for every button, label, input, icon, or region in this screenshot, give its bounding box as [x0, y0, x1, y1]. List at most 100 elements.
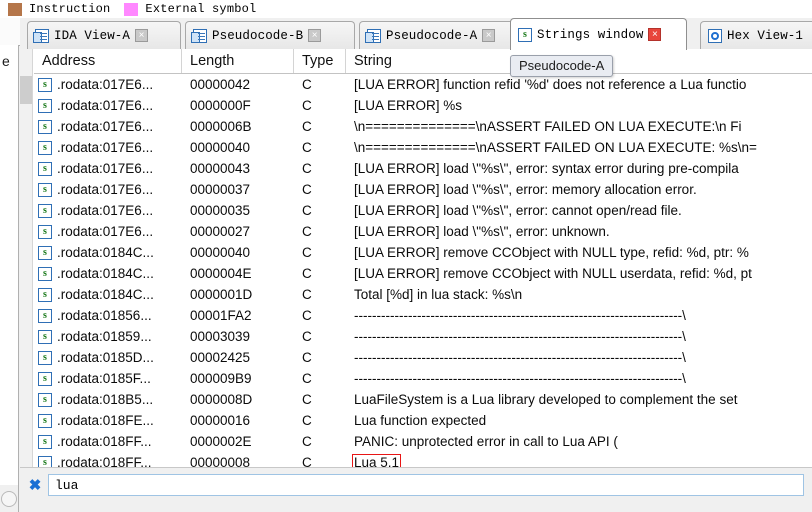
cell-length: 0000006B [190, 119, 252, 134]
cell-address: s .rodata:017E6... [34, 98, 182, 113]
cell-length: 0000000F [190, 98, 251, 113]
column-header-address[interactable]: Address [34, 49, 182, 73]
address-text: .rodata:017E6... [57, 77, 154, 92]
table-row[interactable]: s .rodata:017E6... 00000035 C [LUA ERROR] lo… [34, 200, 812, 221]
tab-pseudocode-a[interactable]: Pseudocode-A × [359, 21, 529, 49]
address-text: .rodata:017E6... [57, 224, 154, 239]
close-icon[interactable]: × [135, 29, 149, 42]
cell-address: s .rodata:0184C... [34, 287, 182, 302]
tab-tooltip: Pseudocode-A [510, 55, 614, 77]
adjacent-pane-body: e [0, 45, 19, 485]
cell-length: 00000042 [190, 77, 251, 92]
strings-icon: s [38, 455, 52, 467]
table-row[interactable]: s .rodata:0184C... 0000001D C Total [%d] in … [34, 284, 812, 305]
table-row[interactable]: s .rodata:0185F... 000009B9 C --------------… [34, 368, 812, 389]
strings-icon: s [38, 203, 52, 218]
legend-item-instruction: Instruction [8, 2, 110, 16]
cell-string: [LUA ERROR] %s [354, 98, 463, 113]
address-text: .rodata:01859... [57, 329, 152, 344]
filter-input[interactable]: lua [48, 474, 804, 496]
cell-length: 0000008D [190, 392, 253, 407]
address-text: .rodata:018FF... [57, 455, 152, 467]
highlighted-string: Lua 5.1 [352, 454, 402, 467]
filter-input-value: lua [55, 477, 79, 493]
address-text: .rodata:017E6... [57, 119, 154, 134]
table-row[interactable]: s .rodata:0184C... 0000004E C [LUA ERROR] re… [34, 263, 812, 284]
table-row[interactable]: s .rodata:017E6... 00000043 C [LUA ERROR] lo… [34, 158, 812, 179]
tab-bar: IDA View-A × Pseudocode-B × Pseudocode-A × s St… [20, 18, 812, 50]
table-row[interactable]: s .rodata:018FF... 00000008 C Lua 5.1 [34, 452, 812, 467]
cell-length: 00003039 [190, 329, 251, 344]
strings-icon: s [38, 287, 52, 302]
cell-length: 00000016 [190, 413, 251, 428]
tab-hex-view-1[interactable]: Hex View-1 [700, 21, 812, 49]
tab-strings-window[interactable]: s Strings window × [510, 18, 687, 50]
address-text: .rodata:017E6... [57, 203, 154, 218]
table-row[interactable]: s .rodata:017E6... 00000027 C [LUA ERROR] lo… [34, 221, 812, 242]
table-row[interactable]: s .rodata:018FE... 00000016 C Lua function e… [34, 410, 812, 431]
table-row[interactable]: s .rodata:017E6... 00000040 C \n============… [34, 137, 812, 158]
adjacent-pane-tab-stub[interactable] [0, 18, 21, 46]
cell-address: s .rodata:017E6... [34, 182, 182, 197]
clear-filter-icon[interactable]: ✖ [28, 478, 42, 493]
table-row[interactable]: s .rodata:017E6... 0000000F C [LUA ERROR] %s [34, 95, 812, 116]
cell-type: C [302, 119, 312, 134]
strings-icon: s [38, 308, 52, 323]
close-icon[interactable]: × [308, 29, 322, 42]
color-swatch-icon [124, 2, 139, 16]
strings-icon: s [518, 27, 532, 42]
table-row[interactable]: s .rodata:01859... 00003039 C --------------… [34, 326, 812, 347]
cell-type: C [302, 140, 312, 155]
strings-icon: s [38, 329, 52, 344]
cell-address: s .rodata:01859... [34, 329, 182, 344]
cell-type: C [302, 182, 312, 197]
tab-pseudocode-b[interactable]: Pseudocode-B × [185, 21, 355, 49]
table-row[interactable]: s .rodata:0184C... 00000040 C [LUA ERROR] re… [34, 242, 812, 263]
cell-address: s .rodata:017E6... [34, 224, 182, 239]
scrollbar-thumb[interactable] [20, 76, 32, 104]
cell-string: \n==============\nASSERT FAILED ON LUA E… [354, 140, 757, 155]
table-row[interactable]: s .rodata:018B5... 0000008D C LuaFileSystem … [34, 389, 812, 410]
strings-table-panel: Address Length Type String s .rodata:017E6..… [20, 49, 812, 467]
tab-label: Pseudocode-B [212, 28, 304, 43]
table-row[interactable]: s .rodata:017E6... 0000006B C \n============… [34, 116, 812, 137]
strings-grid: Address Length Type String s .rodata:017E6..… [34, 49, 812, 467]
cell-length: 00000027 [190, 224, 251, 239]
ida-strings-window: Instruction External symbol e IDA View-A… [0, 0, 812, 512]
strings-icon: s [38, 140, 52, 155]
table-body: s .rodata:017E6... 00000042 C [LUA ERROR] fu… [34, 74, 812, 467]
clipped-text: e [2, 53, 10, 69]
address-text: .rodata:018B5... [57, 392, 154, 407]
table-row[interactable]: s .rodata:018FF... 0000002E C PANIC: unprote… [34, 431, 812, 452]
close-icon[interactable]: × [648, 28, 662, 41]
table-row[interactable]: s .rodata:0185D... 00002425 C --------------… [34, 347, 812, 368]
column-header-type[interactable]: Type [294, 49, 346, 73]
table-row[interactable]: s .rodata:017E6... 00000037 C [LUA ERROR] lo… [34, 179, 812, 200]
cell-address: s .rodata:01856... [34, 308, 182, 323]
cell-string: [LUA ERROR] remove CCObject with NULL us… [354, 266, 752, 281]
strings-icon: s [38, 413, 52, 428]
help-circle-icon[interactable] [1, 491, 17, 507]
address-text: .rodata:01856... [57, 308, 152, 323]
close-icon[interactable]: × [482, 29, 496, 42]
cell-string: [LUA ERROR] remove CCObject with NULL ty… [354, 245, 749, 260]
adjacent-pane-strip: e [0, 18, 21, 512]
cell-address: s .rodata:018FF... [34, 434, 182, 449]
vertical-scrollbar[interactable] [20, 49, 33, 467]
column-header-length[interactable]: Length [182, 49, 294, 73]
cell-length: 00000040 [190, 245, 251, 260]
table-row[interactable]: s .rodata:017E6... 00000042 C [LUA ERROR] fu… [34, 74, 812, 95]
cell-address: s .rodata:018B5... [34, 392, 182, 407]
address-text: .rodata:017E6... [57, 161, 154, 176]
tab-ida-view-a[interactable]: IDA View-A × [27, 21, 181, 49]
tab-label: Strings window [537, 27, 644, 42]
cell-address: s .rodata:018FE... [34, 413, 182, 428]
table-row[interactable]: s .rodata:01856... 00001FA2 C --------------… [34, 305, 812, 326]
cell-address: s .rodata:017E6... [34, 161, 182, 176]
legend-label: External symbol [145, 2, 257, 16]
cell-string: ----------------------------------------… [354, 350, 686, 365]
cell-string: [LUA ERROR] function refid '%d' does not… [354, 77, 747, 92]
strings-icon: s [38, 434, 52, 449]
cell-string: ----------------------------------------… [354, 308, 686, 323]
cell-string: [LUA ERROR] load \"%s\", error: syntax e… [354, 161, 739, 176]
